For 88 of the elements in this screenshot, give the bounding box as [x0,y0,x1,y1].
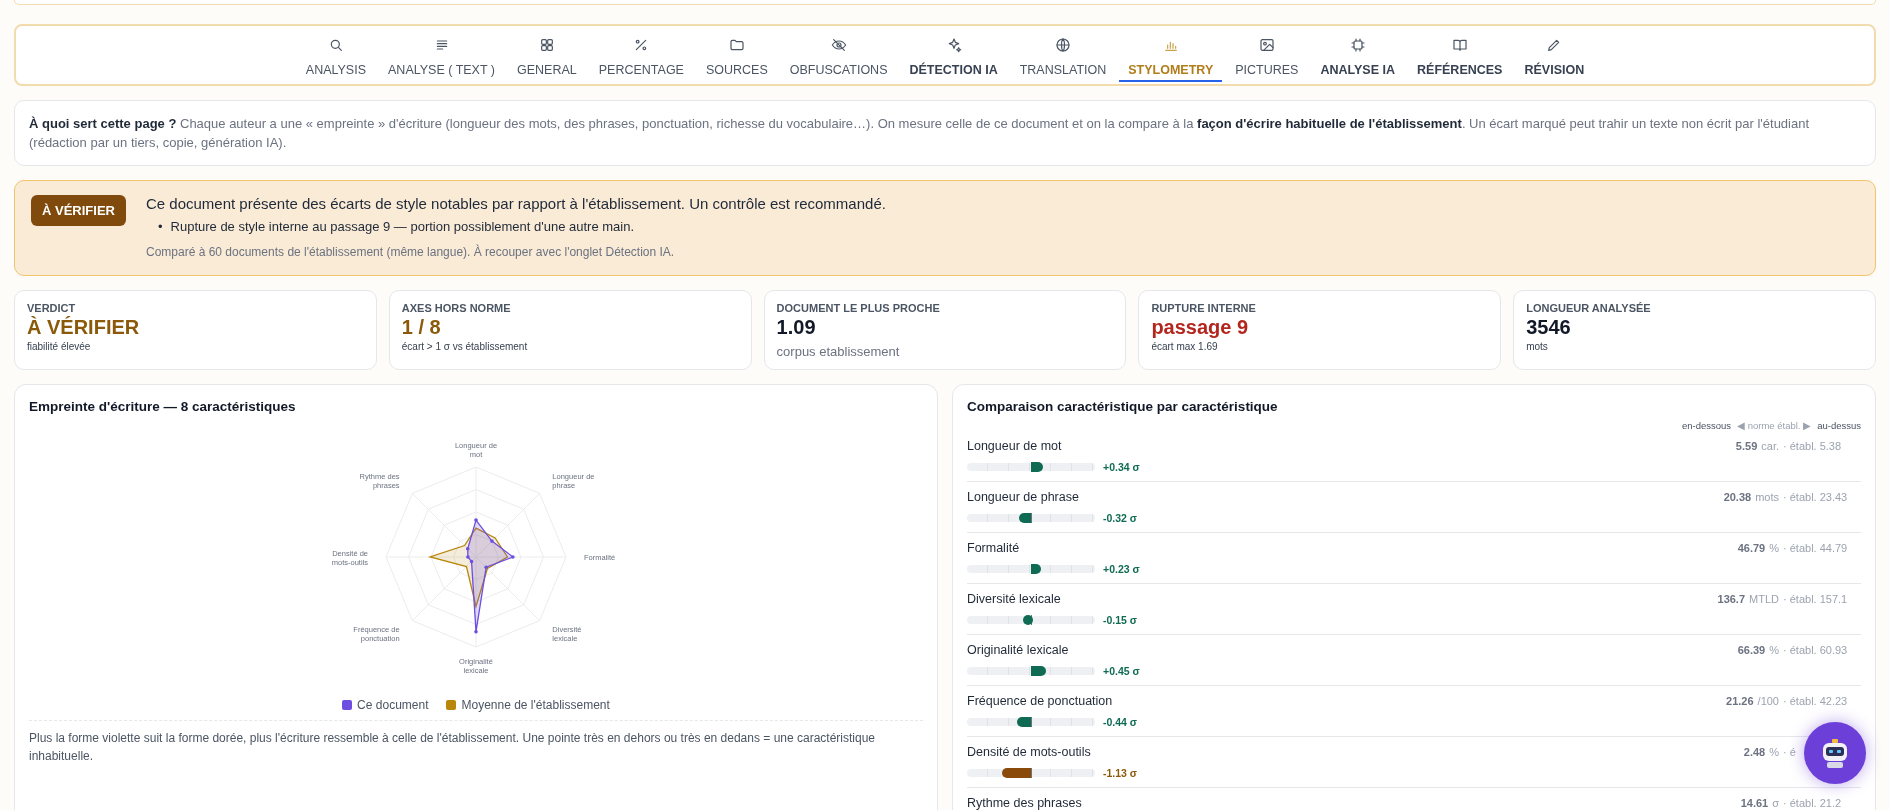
feature-unit: /100 [1757,695,1779,707]
reference-value: · établ. 157.1 [1783,593,1848,605]
tab[interactable]: OBFUSCATIONS [780,33,897,82]
stat-value: À VÉRIFIER [27,316,141,339]
image-icon [1258,37,1275,53]
stat-label: LONGUEUR ANALYSÉE [1526,302,1652,314]
feature-value: 2.48 [1743,746,1766,758]
sigma-value: -1.13 σ [1103,767,1138,779]
tab[interactable]: PERCENTAGE [589,33,693,82]
scale-label: en-dessous [1681,420,1732,431]
tab[interactable]: DÉTECTION IA [900,33,1007,82]
feature-name: Longueur de mot [967,439,1062,453]
grid-icon [538,37,555,53]
eye-off-icon [830,37,847,53]
status-badge: À VÉRIFIER [31,195,126,226]
reference-value: · établ. 60.93 [1783,644,1848,656]
feature-unit: MTLD [1749,593,1779,605]
reference-value: · établ. 21.2 [1783,797,1842,809]
sigma-value: +0.45 σ [1103,665,1140,677]
stat-label: AXES HORS NORME [401,302,512,314]
tab[interactable]: TRANSLATION [1010,33,1116,82]
alert-message: Ce document présente des écarts de style notables par rapport à l'établissement. Un contrôle est recommandé. [145,195,886,212]
feature-unit: % [1769,746,1779,758]
tab[interactable]: ANALYSE ( TEXT ) [379,33,504,82]
feature-unit: % [1769,644,1779,656]
stat-value: passage 9 [1151,316,1250,339]
alert-note: Comparé à 60 documents de l'établissement (même langue). À recouper avec l'onglet Détection IA. [145,245,676,259]
feature-value: 20.38 [1723,491,1752,503]
sigma-value: +0.23 σ [1103,563,1140,575]
feature-name: Formalité [967,541,1020,555]
reference-value: · établ. 42.23 [1783,695,1848,707]
feature-value: 66.39 [1737,644,1766,656]
tab[interactable]: RÉFÉRENCES [1408,33,1512,82]
tab[interactable]: ANALYSE IA [1311,33,1404,82]
globe-icon [1055,37,1071,53]
sigma-value: -0.15 σ [1103,614,1138,626]
scale-label: au-dessus [1817,420,1861,431]
scale-label: ◀ norme établ. ▶ [1737,420,1812,431]
feature-name: Diversité lexicale [967,592,1061,606]
feature-value: 21.26 [1726,695,1754,707]
stat-caption: corpus etablissement [776,344,901,359]
stat-label: DOCUMENT LE PLUS PROCHE [776,302,941,314]
feature-name: Densité de mots-outils [967,745,1091,759]
stat-value: 1.09 [776,316,817,339]
reference-value: · établ. 44.79 [1783,542,1848,554]
panel-title: Empreinte d'écriture — 8 caractéristiques [29,399,297,414]
bullet-mark: • [157,218,163,235]
feature-value: 5.59 [1735,440,1758,452]
feature-value: 136.7 [1717,593,1746,605]
feature-name: Fréquence de ponctuation [967,694,1113,708]
stat-value: 3546 [1526,316,1572,339]
tab[interactable]: PICTURES [1226,33,1308,82]
feature-name: Rythme des phrases [967,796,1082,810]
stat-value: 1 / 8 [401,316,442,339]
feature-name: Longueur de phrase [967,490,1079,504]
reference-value: · établ. 23.43 [1783,491,1848,503]
stat-caption: mots [1526,341,1549,352]
feature-value: 46.79 [1737,542,1766,554]
folder-icon [728,37,745,53]
reference-value: · établ. 5.38 [1783,440,1842,452]
stat-label: RUPTURE INTERNE [1151,302,1257,314]
info-paragraph: À quoi sert cette page ? Chaque auteur a une « empreinte » d'écriture (longueur des mots, des phrases, ponctuation, richesse du vocabulaire…). On mesure celle de ce document et on la compare à la façon d'écrire habituelle de l'établissement. Un écart marqué peut trahir un texte non écrit par l'étudiant (rédaction par un tiers, copie, génération IA). [14,100,1876,166]
sigma-value: -0.32 σ [1103,512,1138,524]
alert-bullet: Rupture de style interne au passage 9 — portion possiblement d'une autre main. [170,218,635,235]
tab[interactable]: GENERAL [508,33,586,82]
sigma-value: -0.44 σ [1103,716,1138,728]
stat-caption: écart max 1.69 [1151,341,1219,352]
reference-value: · é [1783,746,1796,758]
legend-label: Moyenne de l'établissement [461,698,610,712]
book-icon [1451,37,1468,53]
feature-name: Originalité lexicale [967,643,1069,657]
tab[interactable]: SOURCES [696,33,777,82]
feature-unit: σ [1772,797,1779,809]
sigma-value: +0.34 σ [1103,461,1140,473]
tab[interactable]: ANALYSIS [296,33,375,82]
tab[interactable]: STYLOMETRY [1119,33,1223,82]
chip-icon [1349,37,1366,53]
feature-unit: mots [1755,491,1779,503]
legend-label: Ce document [357,698,429,712]
stat-caption: fiabilité élevée [27,341,92,352]
feature-value: 14.61 [1740,797,1769,809]
feature-unit: car. [1761,440,1779,452]
panel-title: Comparaison caractéristique par caractéristique [967,399,1279,414]
stat-label: VERDICT [27,302,77,314]
stat-caption: écart > 1 σ vs établissement [401,341,529,352]
chart-footnote: Plus la forme violette suit la forme dorée, plus l'écriture ressemble à celle de l'établissement. Une pointe très en dehors ou très en dedans = une caractéristique inhabituelle. [29,720,923,765]
tab[interactable]: RÉVISION [1515,33,1594,82]
feature-unit: % [1769,542,1779,554]
